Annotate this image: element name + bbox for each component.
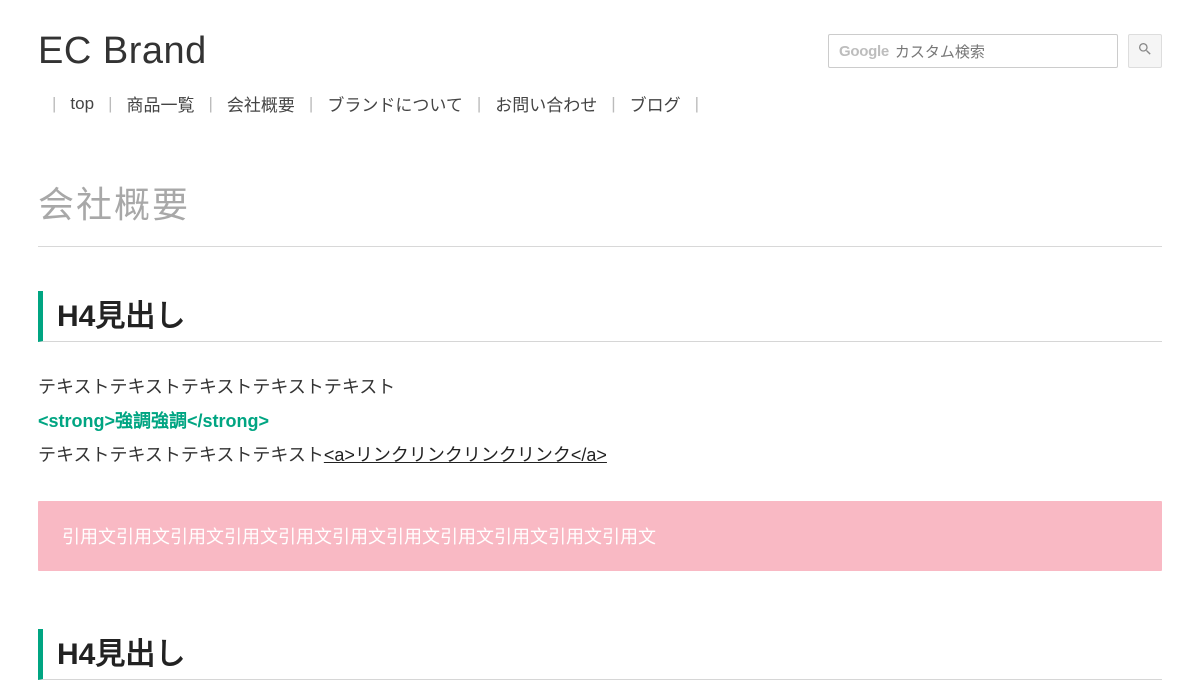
title-divider (38, 246, 1162, 247)
section-1: H4見出し テキストテキストテキストテキストテキスト <strong>強調強調<… (38, 291, 1162, 571)
nav-separator: | (194, 94, 226, 114)
search-button[interactable] (1128, 34, 1162, 68)
nav-separator: | (295, 94, 327, 114)
blockquote: 引用文引用文引用文引用文引用文引用文引用文引用文引用文引用文引用文 (38, 501, 1162, 571)
nav-item-top[interactable]: top (70, 94, 94, 114)
h4-heading: H4見出し (38, 629, 1162, 680)
nav-item-blog[interactable]: ブログ (630, 91, 681, 116)
site-brand[interactable]: EC Brand (38, 30, 207, 73)
nav-separator: | (597, 94, 629, 114)
h4-heading: H4見出し (38, 291, 1162, 342)
search-input[interactable]: Google カスタム検索 (828, 34, 1118, 68)
page-title: 会社概要 (38, 176, 1162, 246)
header: EC Brand Google カスタム検索 (38, 30, 1162, 73)
nav-item-contact[interactable]: お問い合わせ (495, 91, 597, 116)
nav-separator: | (38, 94, 70, 114)
strong-demo: <strong>強調強調</strong> (38, 404, 1162, 438)
section-2: H4見出し (38, 629, 1162, 680)
text-line-with-link: テキストテキストテキストテキスト<a>リンクリンクリンクリンク</a> (38, 438, 1162, 472)
text-line: テキストテキストテキストテキストテキスト (38, 370, 1162, 404)
link-demo[interactable]: <a>リンクリンクリンクリンク</a> (324, 445, 607, 465)
nav-item-brand[interactable]: ブランドについて (327, 91, 463, 116)
main-nav: | top | 商品一覧 | 会社概要 | ブランドについて | お問い合わせ … (38, 91, 1162, 116)
nav-item-products[interactable]: 商品一覧 (126, 91, 194, 116)
search-placeholder: カスタム検索 (895, 41, 985, 62)
search-area: Google カスタム検索 (828, 34, 1162, 68)
nav-separator: | (681, 94, 713, 114)
search-icon (1137, 41, 1153, 62)
text-prefix: テキストテキストテキストテキスト (38, 445, 324, 465)
body-text: テキストテキストテキストテキストテキスト <strong>強調強調</stron… (38, 370, 1162, 473)
content: 会社概要 H4見出し テキストテキストテキストテキストテキスト <strong>… (38, 176, 1162, 680)
google-logo-icon: Google (839, 43, 889, 60)
nav-item-company[interactable]: 会社概要 (227, 91, 295, 116)
nav-separator: | (463, 94, 495, 114)
nav-separator: | (94, 94, 126, 114)
